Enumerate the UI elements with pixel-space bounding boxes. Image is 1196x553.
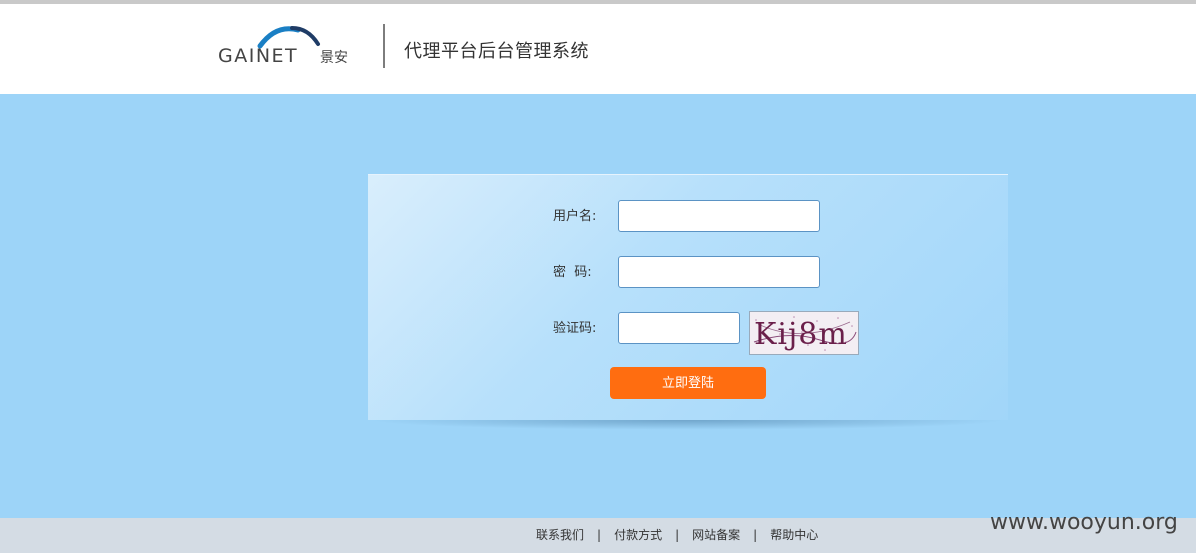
captcha-image[interactable]: Kij8m: [749, 311, 859, 355]
footer-link-contact[interactable]: 联系我们: [536, 528, 584, 542]
header-divider: [383, 24, 385, 68]
logo-chinese-mark: 景安: [320, 50, 348, 66]
password-label: 密 码:: [553, 265, 592, 280]
footer-separator: |: [675, 528, 680, 542]
footer-separator: |: [753, 528, 758, 542]
captcha-input[interactable]: [618, 312, 740, 344]
footer-separator: |: [597, 528, 602, 542]
login-panel: 用户名: 密 码: 验证码: Kij8m 立即登陆: [368, 174, 1008, 420]
header: GAINET 景安 代理平台后台管理系统: [0, 4, 1196, 94]
captcha-text: Kij8m: [754, 317, 848, 352]
password-input[interactable]: [618, 256, 820, 288]
login-button[interactable]: 立即登陆: [610, 367, 766, 399]
captcha-label: 验证码:: [553, 321, 597, 336]
logo-wordmark: GAINET: [218, 45, 298, 67]
panel-shadow: [368, 420, 1008, 430]
watermark: www.wooyun.org: [990, 510, 1178, 535]
system-title: 代理平台后台管理系统: [404, 41, 589, 62]
footer-links: 联系我们 | 付款方式 | 网站备案 | 帮助中心: [536, 527, 818, 543]
footer-link-help[interactable]: 帮助中心: [770, 528, 818, 542]
footer-link-icp[interactable]: 网站备案: [692, 528, 740, 542]
username-label: 用户名:: [553, 209, 597, 224]
gainet-logo: GAINET 景安: [216, 22, 358, 70]
username-input[interactable]: [618, 200, 820, 232]
footer-link-payment[interactable]: 付款方式: [614, 528, 662, 542]
main-area: 用户名: 密 码: 验证码: Kij8m 立即登陆: [0, 94, 1196, 518]
